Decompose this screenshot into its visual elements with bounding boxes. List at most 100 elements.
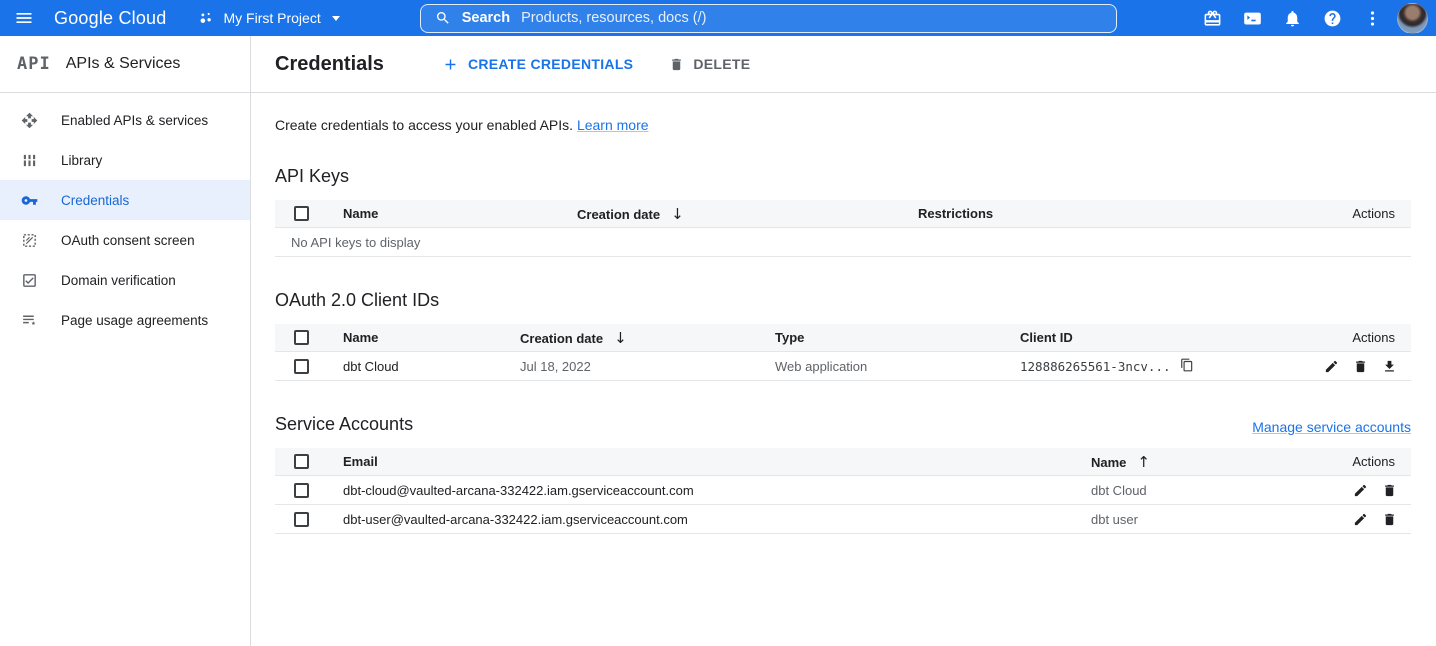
delete-icon[interactable] <box>1353 359 1368 374</box>
select-all-checkbox[interactable] <box>294 330 309 345</box>
sort-desc-icon[interactable]: ↓ <box>614 329 627 347</box>
column-header-creation-date[interactable]: Creation date↓ <box>520 329 775 347</box>
search-placeholder: Products, resources, docs (/) <box>521 10 706 26</box>
create-credentials-button[interactable]: CREATE CREDENTIALS <box>442 56 633 73</box>
google-cloud-logo[interactable]: Google Cloud <box>54 8 166 29</box>
column-header-restrictions[interactable]: Restrictions <box>918 206 1315 221</box>
edit-icon[interactable] <box>1353 512 1368 527</box>
row-actions <box>1325 512 1411 527</box>
sidebar-item-label: Page usage agreements <box>61 313 208 328</box>
column-header-email[interactable]: Email <box>343 454 1091 469</box>
sidebar-item-library[interactable]: Library <box>0 140 250 180</box>
sidebar-title: APIs & Services <box>66 55 181 73</box>
page-usage-agreements-icon <box>21 312 38 329</box>
service-accounts-section: Service Accounts Manage service accounts… <box>275 414 1411 534</box>
edit-icon[interactable] <box>1353 483 1368 498</box>
oauth-clients-title: OAuth 2.0 Client IDs <box>275 290 439 311</box>
table-header-row: Email Name↑ Actions <box>275 448 1411 476</box>
library-icon <box>21 152 38 169</box>
offers-button[interactable] <box>1192 0 1232 36</box>
notifications-button[interactable] <box>1272 0 1312 36</box>
sidebar-header: API APIs & Services <box>0 36 250 93</box>
search-bar[interactable]: Search Products, resources, docs (/) <box>420 4 1117 33</box>
hamburger-menu-button[interactable] <box>0 0 48 36</box>
copy-icon <box>1180 358 1194 372</box>
delete-icon[interactable] <box>1382 512 1397 527</box>
column-header-actions: Actions <box>1315 206 1411 221</box>
row-checkbox[interactable] <box>294 359 309 374</box>
column-header-creation-date[interactable]: Creation date↓ <box>577 205 918 223</box>
select-all-checkbox[interactable] <box>294 206 309 221</box>
table-row: dbt-user@vaulted-arcana-332422.iam.gserv… <box>275 505 1411 534</box>
service-account-name: dbt Cloud <box>1091 483 1325 498</box>
table-row: dbt-cloud@vaulted-arcana-332422.iam.gser… <box>275 476 1411 505</box>
oauth-client-id: 128886265561-3ncv... <box>1020 358 1307 375</box>
column-header-actions: Actions <box>1307 330 1411 345</box>
cloud-shell-button[interactable] <box>1232 0 1272 36</box>
sidebar-item-label: Library <box>61 153 102 168</box>
service-accounts-table: Email Name↑ Actions dbt-cloud@vaulted-ar… <box>275 448 1411 534</box>
more-options-button[interactable] <box>1352 0 1392 36</box>
oauth-client-creation-date: Jul 18, 2022 <box>520 359 775 374</box>
oauth-consent-icon <box>21 232 38 249</box>
column-header-type[interactable]: Type <box>775 330 1020 345</box>
plus-icon <box>442 56 459 73</box>
sidebar-item-oauth-consent[interactable]: OAuth consent screen <box>0 220 250 260</box>
row-checkbox[interactable] <box>294 512 309 527</box>
topbar: Google Cloud My First Project Search Pro… <box>0 0 1436 36</box>
table-row: dbt Cloud Jul 18, 2022 Web application 1… <box>275 352 1411 381</box>
column-header-name[interactable]: Name <box>343 330 520 345</box>
hamburger-icon <box>14 8 34 28</box>
search-icon <box>435 10 451 26</box>
key-icon <box>21 192 38 209</box>
create-credentials-label: CREATE CREDENTIALS <box>468 56 633 72</box>
sidebar-item-enabled-apis[interactable]: Enabled APIs & services <box>0 100 250 140</box>
delete-label: DELETE <box>693 56 750 72</box>
row-checkbox[interactable] <box>294 483 309 498</box>
copy-button[interactable] <box>1180 358 1194 375</box>
help-button[interactable] <box>1312 0 1352 36</box>
sidebar-item-label: OAuth consent screen <box>61 233 195 248</box>
download-icon[interactable] <box>1382 359 1397 374</box>
sidebar-item-label: Credentials <box>61 193 129 208</box>
user-avatar[interactable] <box>1397 3 1428 34</box>
page-title: Credentials <box>275 53 384 76</box>
column-header-client-id[interactable]: Client ID <box>1020 330 1307 345</box>
api-keys-title: API Keys <box>275 166 349 187</box>
table-header-row: Name Creation date↓ Type Client ID Actio… <box>275 324 1411 352</box>
delete-button[interactable]: DELETE <box>669 56 750 72</box>
column-header-name[interactable]: Name <box>343 206 577 221</box>
sort-asc-icon[interactable]: ↑ <box>1137 453 1150 471</box>
column-header-name[interactable]: Name↑ <box>1091 453 1325 471</box>
api-keys-empty-message: No API keys to display <box>275 228 1411 257</box>
row-actions <box>1325 483 1411 498</box>
api-product-logo: API <box>17 54 51 74</box>
column-header-actions: Actions <box>1325 454 1411 469</box>
learn-more-link[interactable]: Learn more <box>577 117 649 133</box>
oauth-client-name: dbt Cloud <box>343 359 520 374</box>
trash-icon <box>669 57 684 72</box>
oauth-clients-section: OAuth 2.0 Client IDs Name Creation date↓… <box>275 290 1411 381</box>
select-all-checkbox[interactable] <box>294 454 309 469</box>
topbar-actions <box>1192 0 1436 36</box>
help-icon <box>1323 9 1342 28</box>
delete-icon[interactable] <box>1382 483 1397 498</box>
api-keys-section: API Keys Name Creation date↓ Restriction… <box>275 166 1411 257</box>
project-icon <box>198 10 214 26</box>
chevron-down-icon <box>332 16 340 21</box>
sidebar-item-domain-verification[interactable]: Domain verification <box>0 260 250 300</box>
cloud-shell-icon <box>1243 9 1262 28</box>
edit-icon[interactable] <box>1324 359 1339 374</box>
sidebar: API APIs & Services Enabled APIs & servi… <box>0 36 251 646</box>
service-accounts-title: Service Accounts <box>275 414 413 435</box>
sidebar-nav: Enabled APIs & services Library Credenti… <box>0 93 250 340</box>
client-id-value: 128886265561-3ncv... <box>1020 359 1171 374</box>
sort-desc-icon[interactable]: ↓ <box>671 205 684 223</box>
manage-service-accounts-link[interactable]: Manage service accounts <box>1252 419 1411 435</box>
oauth-clients-table: Name Creation date↓ Type Client ID Actio… <box>275 324 1411 381</box>
sidebar-item-page-usage-agreements[interactable]: Page usage agreements <box>0 300 250 340</box>
search-label: Search <box>462 10 510 26</box>
project-switcher[interactable]: My First Project <box>198 10 339 26</box>
sidebar-item-credentials[interactable]: Credentials <box>0 180 250 220</box>
table-header-row: Name Creation date↓ Restrictions Actions <box>275 200 1411 228</box>
